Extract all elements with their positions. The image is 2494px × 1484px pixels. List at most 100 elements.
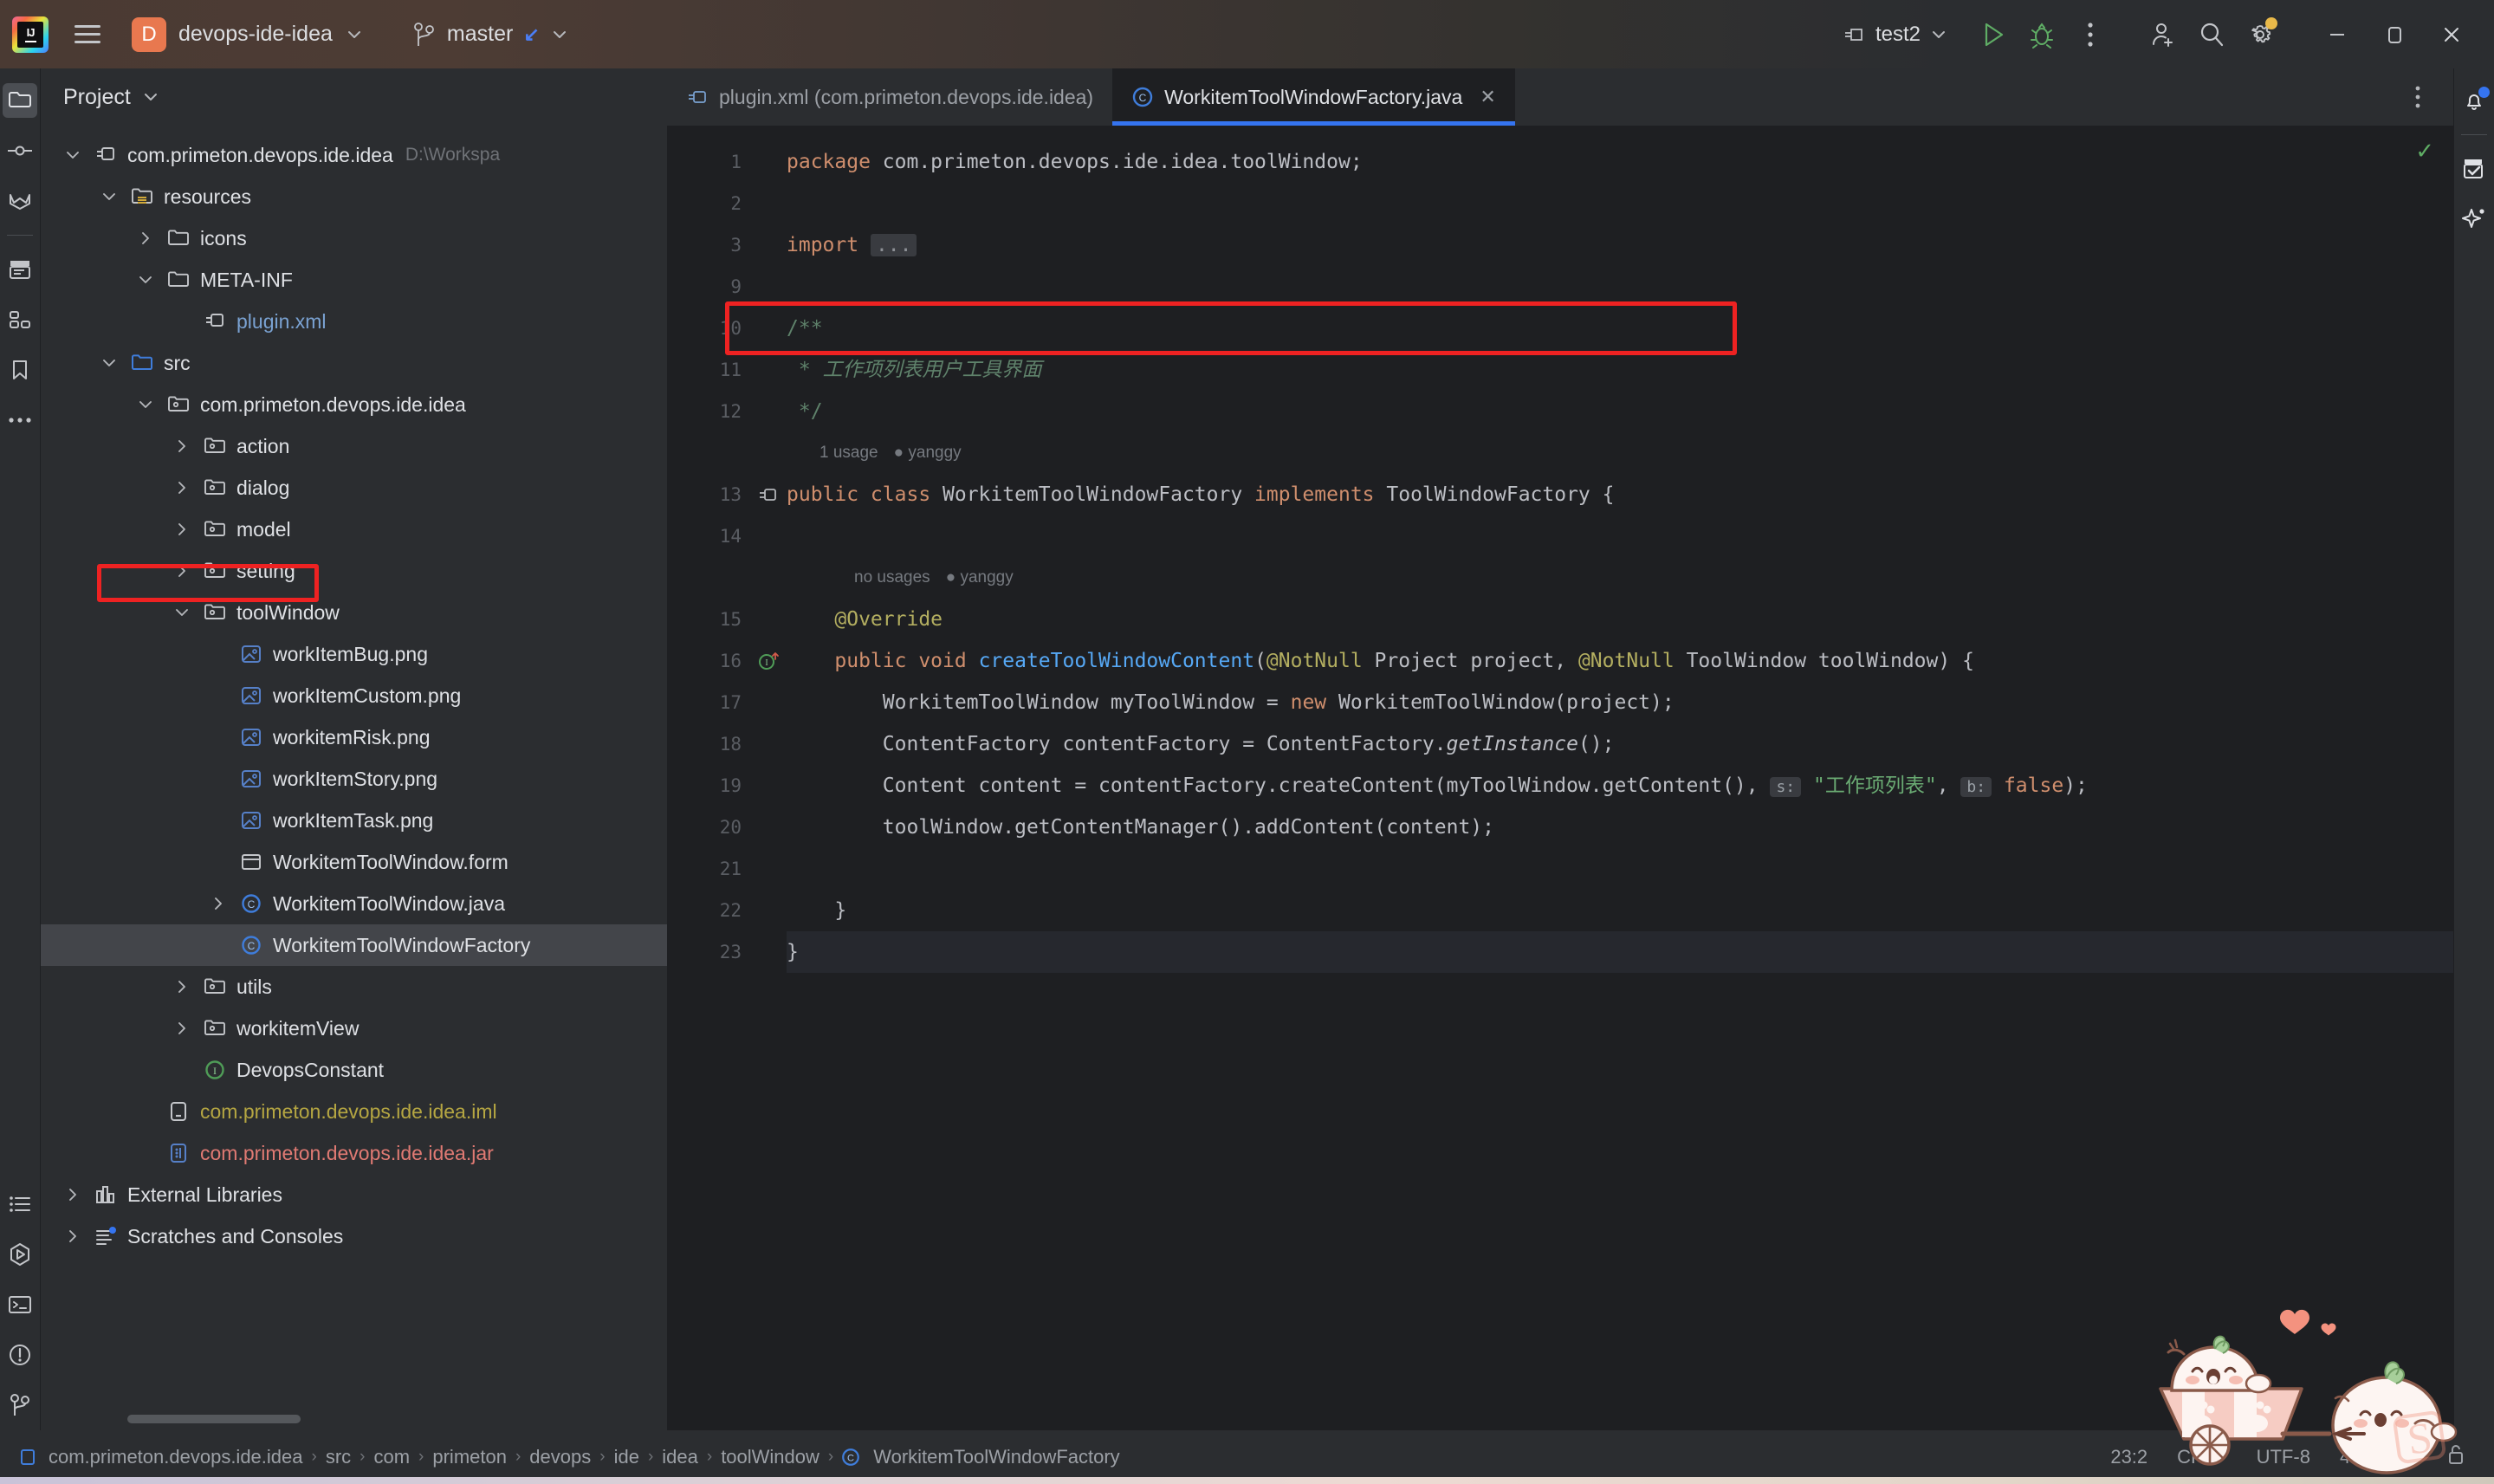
- code-line[interactable]: @Override: [787, 599, 2453, 640]
- maximize-window-button[interactable]: [2366, 9, 2423, 61]
- tree-item[interactable]: toolWindow: [41, 592, 667, 633]
- chevron-right-icon[interactable]: [56, 1228, 89, 1245]
- debug-button[interactable]: [2018, 10, 2066, 59]
- run-button[interactable]: [1969, 10, 2018, 59]
- sidebar-item-notes[interactable]: [3, 252, 37, 287]
- code-line[interactable]: */: [787, 391, 2453, 432]
- tree-item[interactable]: workItemBug.png: [41, 633, 667, 675]
- code-line[interactable]: [787, 515, 2453, 557]
- tree-item[interactable]: model: [41, 509, 667, 550]
- tree-item[interactable]: src: [41, 342, 667, 384]
- tree-item[interactable]: C WorkitemToolWindow.java: [41, 883, 667, 924]
- code-line[interactable]: [787, 183, 2453, 224]
- usage-count[interactable]: no usages: [854, 568, 930, 586]
- sidebar-item-notifications[interactable]: [2457, 83, 2491, 118]
- project-selector[interactable]: D devops-ide-idea: [121, 12, 374, 57]
- editor-options-button[interactable]: [2398, 77, 2438, 117]
- chevron-right-icon[interactable]: [56, 1186, 89, 1203]
- chevron-right-icon[interactable]: [165, 479, 198, 496]
- tree-item[interactable]: action: [41, 425, 667, 467]
- sidebar-item-services[interactable]: [3, 1237, 37, 1272]
- code-author[interactable]: ● yanggy: [946, 568, 1014, 586]
- usage-count[interactable]: 1 usage: [819, 444, 878, 462]
- project-tree[interactable]: com.primeton.devops.ide.idea D:\Workspa re…: [41, 126, 667, 1430]
- tree-item[interactable]: resources: [41, 176, 667, 217]
- chevron-down-icon[interactable]: [141, 87, 160, 107]
- sidebar-item-version-control[interactable]: [3, 1388, 37, 1422]
- code-line[interactable]: WorkitemToolWindow myToolWindow = new Wo…: [787, 682, 2453, 723]
- sidebar-item-tasks[interactable]: [2457, 152, 2491, 186]
- tree-item[interactable]: setting: [41, 550, 667, 592]
- implements-marker[interactable]: [750, 474, 787, 515]
- breadcrumb-item[interactable]: ide: [609, 1446, 645, 1468]
- indent-setting[interactable]: 4 spaces: [2340, 1446, 2416, 1468]
- tree-item[interactable]: workItemStory.png: [41, 758, 667, 800]
- chevron-right-icon[interactable]: [165, 978, 198, 995]
- hamburger-menu-icon[interactable]: [68, 15, 107, 55]
- caret-position[interactable]: 23:2: [2110, 1446, 2147, 1468]
- code-line[interactable]: [787, 266, 2453, 308]
- sidebar-item-bookmarks[interactable]: [3, 353, 37, 387]
- tree-item[interactable]: utils: [41, 966, 667, 1008]
- tree-item[interactable]: com.primeton.devops.ide.idea.jar: [41, 1132, 667, 1174]
- tree-item[interactable]: com.primeton.devops.ide.idea.iml: [41, 1091, 667, 1132]
- chevron-right-icon[interactable]: [165, 437, 198, 455]
- sidebar-item-ai-assistant[interactable]: [2457, 202, 2491, 237]
- source-code[interactable]: package com.primeton.devops.ide.idea.too…: [787, 126, 2453, 1430]
- code-line[interactable]: public class WorkitemToolWindowFactory i…: [787, 474, 2453, 515]
- sidebar-item-structure[interactable]: [3, 302, 37, 337]
- breadcrumb-item[interactable]: toolWindow: [716, 1446, 825, 1468]
- chevron-down-icon[interactable]: [93, 188, 126, 205]
- chevron-down-icon[interactable]: [56, 146, 89, 164]
- code-line[interactable]: }: [787, 890, 2453, 931]
- tree-item[interactable]: dialog: [41, 467, 667, 509]
- sidebar-item-project[interactable]: [3, 83, 37, 118]
- unlocked-icon[interactable]: [2445, 1443, 2466, 1471]
- sidebar-item-more[interactable]: [3, 403, 37, 437]
- tree-item[interactable]: icons: [41, 217, 667, 259]
- code-line[interactable]: /**: [787, 308, 2453, 349]
- horizontal-scrollbar[interactable]: [127, 1415, 301, 1423]
- add-account-button[interactable]: [2139, 10, 2187, 59]
- file-encoding[interactable]: UTF-8: [2257, 1446, 2310, 1468]
- tab-plugin-xml[interactable]: plugin.xml (com.primeton.devops.ide.idea…: [667, 68, 1112, 126]
- close-icon[interactable]: ✕: [1480, 86, 1495, 108]
- code-editor[interactable]: 1 2 3 9 10 11 12 13 14 15 16 17 18 19 20 21 22 23 I packa…: [667, 126, 2453, 1430]
- breadcrumb[interactable]: com.primeton.devops.ide.idea › src › com › pri…: [19, 1446, 1125, 1468]
- breadcrumb-item[interactable]: devops: [524, 1446, 596, 1468]
- settings-button[interactable]: [2236, 10, 2284, 59]
- code-line[interactable]: [787, 848, 2453, 890]
- tree-item[interactable]: plugin.xml: [41, 301, 667, 342]
- sidebar-item-problems[interactable]: [3, 1338, 37, 1372]
- chevron-down-icon[interactable]: [165, 604, 198, 621]
- sidebar-item-terminal[interactable]: [3, 1287, 37, 1322]
- chevron-down-icon[interactable]: [129, 271, 162, 288]
- chevron-right-icon[interactable]: [202, 895, 235, 912]
- breadcrumb-item[interactable]: idea: [657, 1446, 703, 1468]
- code-line[interactable]: * 工作项列表用户工具界面: [787, 349, 2453, 391]
- tree-item[interactable]: workItemTask.png: [41, 800, 667, 841]
- code-vision-inlay[interactable]: no usages ● yanggy: [787, 557, 2453, 599]
- tree-item[interactable]: C WorkitemToolWindowFactory: [41, 924, 667, 966]
- code-line[interactable]: ›import ...: [787, 224, 2453, 266]
- tree-item[interactable]: com.primeton.devops.ide.idea D:\Workspa: [41, 134, 667, 176]
- code-author[interactable]: ● yanggy: [894, 444, 962, 462]
- breadcrumb-item[interactable]: WorkitemToolWindowFactory: [868, 1446, 1124, 1468]
- chevron-right-icon[interactable]: [165, 562, 198, 580]
- tree-item[interactable]: WorkitemToolWindow.form: [41, 841, 667, 883]
- breadcrumb-item[interactable]: src: [321, 1446, 356, 1468]
- code-vision-inlay[interactable]: 1 usage ● yanggy: [787, 432, 2453, 474]
- code-line[interactable]: public void createToolWindowContent(@Not…: [787, 640, 2453, 682]
- sidebar-item-todo[interactable]: [3, 1187, 37, 1222]
- breadcrumb-item[interactable]: primeton: [427, 1446, 512, 1468]
- tree-item[interactable]: workitemView: [41, 1008, 667, 1049]
- code-line[interactable]: package com.primeton.devops.ide.idea.too…: [787, 141, 2453, 183]
- code-line[interactable]: toolWindow.getContentManager().addConten…: [787, 807, 2453, 848]
- chevron-down-icon[interactable]: [93, 354, 126, 372]
- tree-item[interactable]: Scratches and Consoles: [41, 1215, 667, 1257]
- run-configuration-selector[interactable]: test2: [1832, 17, 1959, 52]
- tree-item[interactable]: I DevopsConstant: [41, 1049, 667, 1091]
- sidebar-item-commit[interactable]: [3, 133, 37, 168]
- checkmark-ok-icon[interactable]: ✓: [2415, 138, 2434, 165]
- chevron-down-icon[interactable]: [129, 396, 162, 413]
